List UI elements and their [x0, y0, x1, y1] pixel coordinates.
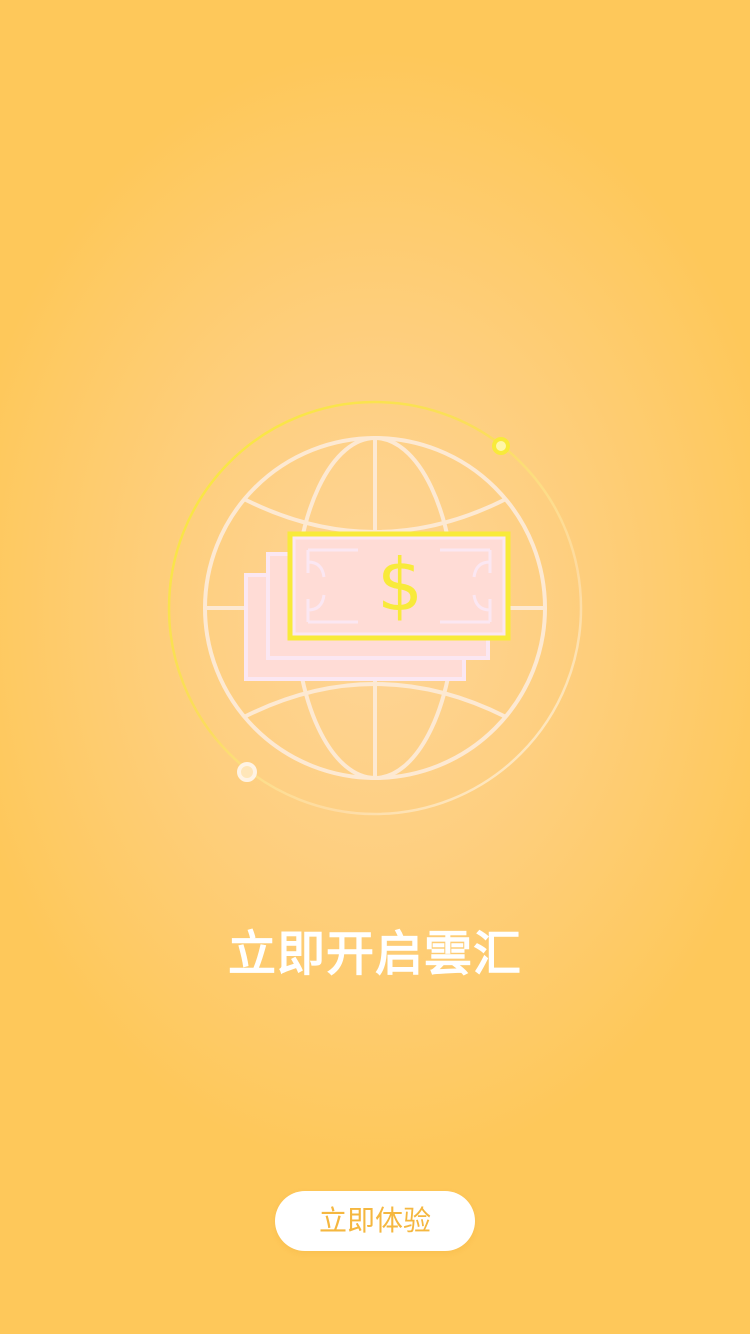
money-bills: $ [244, 531, 511, 681]
orbit-dot-bottom [237, 762, 257, 782]
orbit-dot-top [492, 437, 510, 455]
page-title: 立即开启雲汇 [227, 926, 522, 982]
globe-money-icon: $ [160, 395, 590, 825]
try-now-button[interactable]: 立即体验 [275, 1191, 475, 1251]
bill-dollar-sign: $ [377, 543, 423, 627]
welcome-screen: $ 立即开启雲汇 立即体验 [0, 0, 750, 1334]
